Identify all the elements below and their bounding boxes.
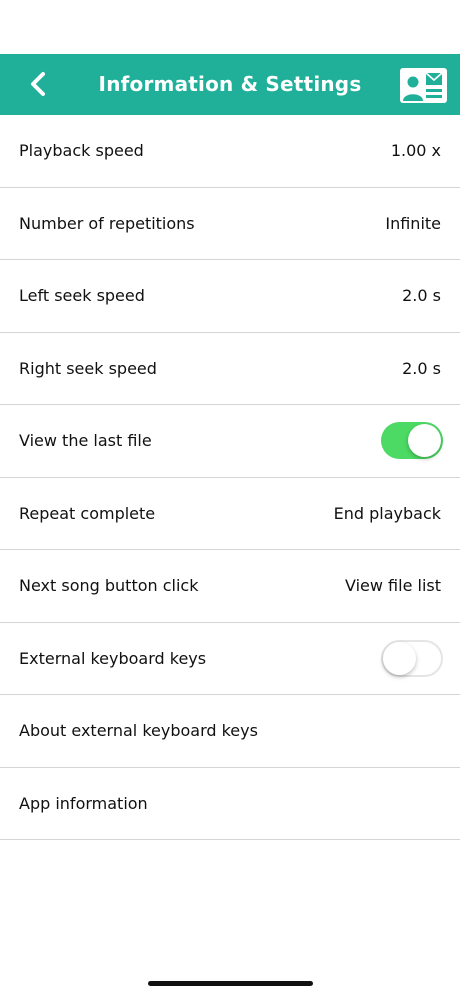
contact-card-mail-icon <box>400 68 447 103</box>
setting-about-external-keyboard-keys[interactable]: About external keyboard keys <box>0 695 460 768</box>
setting-value: View file list <box>344 576 441 596</box>
setting-repeat-complete[interactable]: Repeat complete End playback <box>0 478 460 550</box>
setting-number-of-repetitions[interactable]: Number of repetitions Infinite <box>0 188 460 260</box>
setting-label: About external keyboard keys <box>19 721 258 741</box>
setting-value: 2.0 s <box>402 358 441 378</box>
setting-label: Playback speed <box>19 141 144 161</box>
setting-playback-speed[interactable]: Playback speed 1.00 x <box>0 115 460 188</box>
header-bar: Information & Settings <box>0 54 460 115</box>
setting-value: 1.00 x <box>390 141 441 161</box>
page-title: Information & Settings <box>98 72 362 96</box>
setting-right-seek-speed[interactable]: Right seek speed 2.0 s <box>0 333 460 405</box>
setting-app-information[interactable]: App information <box>0 768 460 840</box>
status-bar-area <box>0 0 460 54</box>
setting-label: Next song button click <box>19 576 199 596</box>
setting-value: End playback <box>333 503 441 523</box>
setting-value: Infinite <box>385 213 441 233</box>
setting-label: Left seek speed <box>19 286 145 306</box>
external-keyboard-keys-toggle[interactable] <box>381 639 443 677</box>
setting-view-last-file: View the last file <box>0 405 460 478</box>
setting-label: Repeat complete <box>19 503 156 523</box>
settings-list: Playback speed 1.00 x Number of repetiti… <box>0 115 460 840</box>
setting-label: Right seek speed <box>19 358 157 378</box>
toggle-knob <box>408 424 441 458</box>
view-last-file-toggle[interactable] <box>381 422 443 460</box>
toggle-knob <box>383 641 416 675</box>
setting-label: External keyboard keys <box>19 648 207 668</box>
setting-label: App information <box>19 793 148 813</box>
contact-button[interactable] <box>400 68 447 103</box>
setting-label: View the last file <box>19 431 152 451</box>
home-indicator[interactable] <box>148 981 313 986</box>
setting-external-keyboard-keys: External keyboard keys <box>0 623 460 695</box>
setting-value: 2.0 s <box>402 286 441 306</box>
setting-next-song-button-click[interactable]: Next song button click View file list <box>0 550 460 623</box>
setting-left-seek-speed[interactable]: Left seek speed 2.0 s <box>0 260 460 333</box>
setting-label: Number of repetitions <box>19 213 195 233</box>
